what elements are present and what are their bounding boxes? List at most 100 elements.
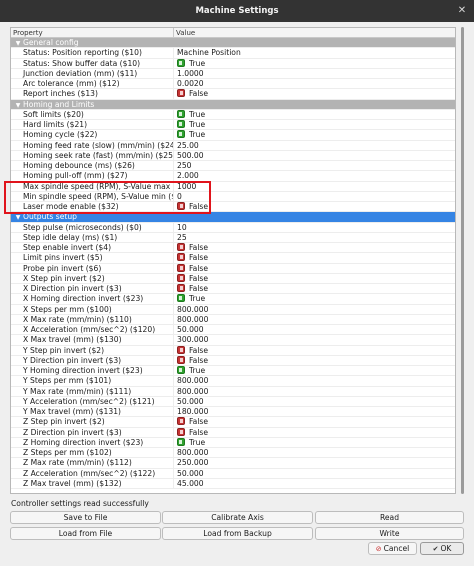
- property-value[interactable]: 0: [175, 192, 455, 201]
- toggle-on-icon[interactable]: [177, 366, 185, 374]
- vertical-scrollbar[interactable]: [459, 27, 466, 494]
- toggle-off-icon[interactable]: [177, 253, 185, 262]
- property-value[interactable]: 50.000: [175, 397, 455, 406]
- property-value[interactable]: 50.000: [175, 325, 455, 334]
- table-row[interactable]: Y Steps per mm ($101) 800.000: [11, 376, 455, 387]
- property-value[interactable]: True: [175, 120, 455, 129]
- table-row[interactable]: Y Acceleration (mm/sec^2) ($121) 50.000: [11, 396, 455, 407]
- table-row[interactable]: X Homing direction invert ($23) True: [11, 294, 455, 305]
- property-value[interactable]: 25: [175, 233, 455, 242]
- property-value[interactable]: 1000: [175, 182, 455, 191]
- property-value[interactable]: 500.00: [175, 151, 455, 160]
- table-row[interactable]: Y Step pin invert ($2) False: [11, 345, 455, 356]
- table-row[interactable]: Y Direction pin invert ($3) False: [11, 355, 455, 366]
- property-value[interactable]: False: [175, 243, 455, 252]
- load-from-backup-button[interactable]: Load from Backup: [162, 527, 313, 540]
- toggle-on-icon[interactable]: [177, 130, 185, 139]
- scrollbar-thumb[interactable]: [461, 27, 464, 494]
- property-value[interactable]: True: [175, 294, 455, 303]
- property-value[interactable]: False: [175, 89, 455, 98]
- table-row[interactable]: X Step pin invert ($2) False: [11, 273, 455, 284]
- table-row[interactable]: Report inches ($13) False: [11, 89, 455, 100]
- table-row[interactable]: Homing debounce (ms) ($26) 250: [11, 161, 455, 172]
- table-row[interactable]: Z Direction pin invert ($3) False: [11, 427, 455, 438]
- write-button[interactable]: Write: [315, 527, 464, 540]
- table-row[interactable]: X Max travel (mm) ($130) 300.000: [11, 335, 455, 346]
- toggle-on-icon[interactable]: [177, 294, 185, 303]
- table-row[interactable]: Z Step pin invert ($2) False: [11, 417, 455, 428]
- table-row[interactable]: Status: Show buffer data ($10) True: [11, 58, 455, 69]
- table-row[interactable]: Probe pin invert ($6) False: [11, 263, 455, 274]
- property-value[interactable]: False: [175, 284, 455, 293]
- property-value[interactable]: 180.000: [175, 407, 455, 416]
- table-row[interactable]: Z Steps per mm ($102) 800.000: [11, 448, 455, 459]
- table-row[interactable]: X Acceleration (mm/sec^2) ($120) 50.000: [11, 325, 455, 336]
- toggle-off-icon[interactable]: [177, 427, 185, 436]
- collapse-arrow-icon[interactable]: ▼: [13, 213, 23, 223]
- column-header-property[interactable]: Property: [11, 28, 174, 38]
- toggle-off-icon[interactable]: [177, 202, 185, 210]
- table-row[interactable]: Homing seek rate (fast) (mm/min) ($25) 50…: [11, 150, 455, 161]
- table-row[interactable]: Homing pull-off (mm) ($27) 2.000: [11, 171, 455, 182]
- close-icon[interactable]: ✕: [456, 5, 468, 17]
- property-value[interactable]: 800.000: [175, 376, 455, 385]
- table-row[interactable]: Hard limits ($21) True: [11, 120, 455, 131]
- toggle-off-icon[interactable]: [177, 273, 185, 282]
- property-value[interactable]: False: [175, 253, 455, 262]
- toggle-off-icon[interactable]: [177, 243, 185, 251]
- property-value[interactable]: 25.00: [175, 141, 455, 150]
- collapse-arrow-icon[interactable]: ▼: [13, 39, 23, 49]
- toggle-on-icon[interactable]: [177, 120, 185, 128]
- table-row[interactable]: Y Homing direction invert ($23) True: [11, 366, 455, 377]
- group-row[interactable]: ▼ Homing and Limits: [11, 99, 455, 110]
- table-row[interactable]: Max spindle speed (RPM), S-Value max ($3…: [11, 181, 455, 192]
- table-row[interactable]: Homing feed rate (slow) (mm/min) ($24) 25…: [11, 140, 455, 151]
- property-value[interactable]: True: [175, 109, 455, 119]
- property-value[interactable]: 45.000: [175, 479, 455, 488]
- table-row[interactable]: X Direction pin invert ($3) False: [11, 284, 455, 295]
- table-row[interactable]: Y Max rate (mm/min) ($111) 800.000: [11, 386, 455, 397]
- property-value[interactable]: True: [175, 58, 455, 68]
- table-row[interactable]: Step pulse (microseconds) ($0) 10: [11, 222, 455, 233]
- property-value[interactable]: False: [175, 355, 455, 365]
- read-button[interactable]: Read: [315, 511, 464, 524]
- table-row[interactable]: X Steps per mm ($100) 800.000: [11, 304, 455, 315]
- property-value[interactable]: True: [175, 437, 455, 447]
- property-value[interactable]: False: [175, 202, 455, 211]
- table-row[interactable]: Z Max rate (mm/min) ($112) 250.000: [11, 458, 455, 469]
- property-value[interactable]: 50.000: [175, 469, 455, 478]
- property-value[interactable]: 1.0000: [175, 69, 455, 78]
- table-row[interactable]: Status: Position reporting ($10) Machine …: [11, 48, 455, 59]
- toggle-off-icon[interactable]: [177, 284, 185, 292]
- toggle-off-icon[interactable]: [177, 263, 185, 272]
- property-value[interactable]: 0.0020: [175, 79, 455, 88]
- column-header-value[interactable]: Value: [174, 28, 455, 38]
- table-row[interactable]: Z Homing direction invert ($23) True: [11, 437, 455, 448]
- save-to-file-button[interactable]: Save to File: [10, 511, 161, 524]
- property-value[interactable]: 800.000: [175, 315, 455, 324]
- table-row[interactable]: Y Max travel (mm) ($131) 180.000: [11, 407, 455, 418]
- property-value[interactable]: True: [175, 366, 455, 375]
- table-row[interactable]: Soft limits ($20) True: [11, 109, 455, 120]
- property-value[interactable]: 250: [175, 161, 455, 170]
- table-row[interactable]: Arc tolerance (mm) ($12) 0.0020: [11, 79, 455, 90]
- toggle-off-icon[interactable]: [177, 345, 185, 354]
- property-value[interactable]: 300.000: [175, 335, 455, 344]
- toggle-off-icon[interactable]: [177, 417, 185, 426]
- table-row[interactable]: Step enable invert ($4) False: [11, 243, 455, 254]
- toggle-on-icon[interactable]: [177, 437, 185, 446]
- table-row[interactable]: Homing cycle ($22) True: [11, 130, 455, 141]
- property-value[interactable]: 800.000: [175, 305, 455, 314]
- group-row[interactable]: ▼ Outputs setup: [11, 212, 455, 223]
- toggle-off-icon[interactable]: [177, 89, 185, 98]
- table-row[interactable]: X Max rate (mm/min) ($110) 800.000: [11, 314, 455, 325]
- property-value[interactable]: False: [175, 345, 455, 355]
- table-row[interactable]: Z Acceleration (mm/sec^2) ($122) 50.000: [11, 468, 455, 479]
- ok-button[interactable]: ✔ OK: [420, 542, 464, 555]
- property-value[interactable]: Machine Position: [175, 48, 455, 57]
- property-value[interactable]: False: [175, 417, 455, 426]
- cancel-button[interactable]: ⊘ Cancel: [368, 542, 417, 555]
- load-from-file-button[interactable]: Load from File: [10, 527, 161, 540]
- table-row[interactable]: Z Max travel (mm) ($132) 45.000: [11, 478, 455, 489]
- property-value[interactable]: 800.000: [175, 387, 455, 396]
